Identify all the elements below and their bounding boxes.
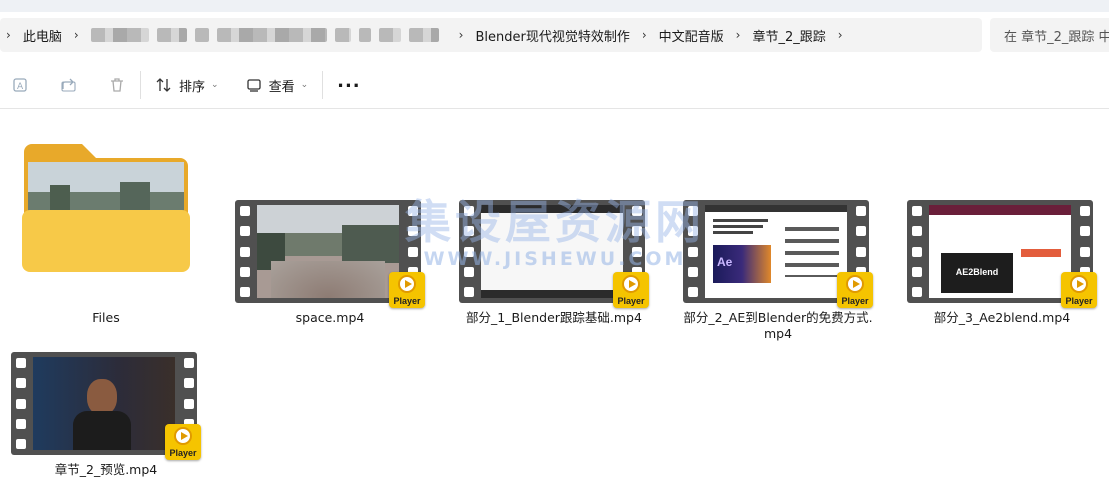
breadcrumb-this-pc[interactable]: 此电脑 xyxy=(23,26,62,45)
chevron-right-icon[interactable]: › xyxy=(62,28,91,42)
breadcrumb-redacted xyxy=(90,28,447,42)
file-name: Files xyxy=(92,310,120,325)
video-thumbnail: Player xyxy=(459,200,649,308)
breadcrumb-chapter[interactable]: 章节_2_跟踪 xyxy=(752,26,825,45)
folder-label-wrap: Files xyxy=(11,310,201,326)
command-bar: A 排序 ⌄ 查看 ⌄ ... xyxy=(0,62,1109,109)
share-icon xyxy=(61,78,76,92)
player-badge: Player xyxy=(1061,272,1097,308)
rename-button[interactable]: A xyxy=(12,69,30,101)
file-name: 章节_2_预览.mp4 xyxy=(54,462,158,477)
breadcrumb-course[interactable]: Blender现代视觉特效制作 xyxy=(475,26,629,45)
search-input[interactable]: 在 章节_2_跟踪 中 xyxy=(990,18,1109,52)
title-strip xyxy=(0,0,1109,12)
toolbar-divider xyxy=(322,71,324,99)
file-name-line2: mp4 xyxy=(763,326,793,341)
video-thumbnail: Player xyxy=(235,200,425,308)
folder-icon xyxy=(22,144,190,272)
video-label-wrap: 部分_1_Blender跟踪基础.mp4 xyxy=(459,310,649,326)
view-button[interactable]: 查看 ⌄ xyxy=(245,69,309,101)
file-name: 部分_3_Ae2blend.mp4 xyxy=(933,310,1071,325)
more-icon: ... xyxy=(337,70,361,92)
delete-button[interactable] xyxy=(108,69,126,101)
player-badge: Player xyxy=(613,272,649,308)
breadcrumb-version[interactable]: 中文配音版 xyxy=(659,26,724,45)
address-bar[interactable]: › 此电脑 › › Blender现代视觉特效制作 › 中文配音版 › 章节_2… xyxy=(0,18,982,52)
chevron-right-icon[interactable]: › xyxy=(724,28,753,42)
play-icon xyxy=(398,275,416,293)
svg-text:A: A xyxy=(17,82,24,92)
trash-icon xyxy=(111,78,123,92)
video-thumbnail: Ae Player xyxy=(683,200,873,308)
player-badge: Player xyxy=(165,424,201,460)
sort-button[interactable]: 排序 ⌄ xyxy=(155,69,219,101)
toolbar-divider xyxy=(140,71,141,99)
chevron-right-icon[interactable]: › xyxy=(826,28,855,42)
view-label: 查看 xyxy=(268,79,295,95)
player-badge: Player xyxy=(837,272,873,308)
play-icon xyxy=(1070,275,1088,293)
chevron-down-icon: ⌄ xyxy=(211,80,219,90)
video-label-wrap: 部分_3_Ae2blend.mp4 xyxy=(907,310,1097,326)
play-icon xyxy=(622,275,640,293)
video-thumbnail: Player xyxy=(11,352,201,460)
rename-icon: A xyxy=(13,78,27,92)
sort-icon xyxy=(156,78,171,92)
view-icon xyxy=(246,79,261,92)
more-button[interactable]: ... xyxy=(337,69,361,101)
ae-logo: Ae xyxy=(717,255,733,269)
video-label-wrap: 部分_2_AE到Blender的免费方式. mp4 xyxy=(683,310,873,342)
play-icon xyxy=(846,275,864,293)
video-label-wrap: 章节_2_预览.mp4 xyxy=(11,462,201,478)
video-thumbnail: AE2Blend Player xyxy=(907,200,1097,308)
sort-label: 排序 xyxy=(179,79,206,95)
chevron-down-icon: ⌄ xyxy=(300,80,309,90)
player-badge: Player xyxy=(389,272,425,308)
chevron-right-icon[interactable]: › xyxy=(447,28,476,42)
play-icon xyxy=(174,427,192,445)
file-name: 部分_1_Blender跟踪基础.mp4 xyxy=(466,310,642,325)
file-name: space.mp4 xyxy=(295,310,365,325)
chevron-right-icon[interactable]: › xyxy=(630,28,659,42)
video-label-wrap: space.mp4 xyxy=(235,310,425,326)
file-name-line1: 部分_2_AE到Blender的免费方式. xyxy=(683,310,873,325)
chevron-right-icon[interactable]: › xyxy=(0,28,23,42)
ae2blend-title: AE2Blend xyxy=(955,267,999,277)
share-button[interactable] xyxy=(60,69,78,101)
